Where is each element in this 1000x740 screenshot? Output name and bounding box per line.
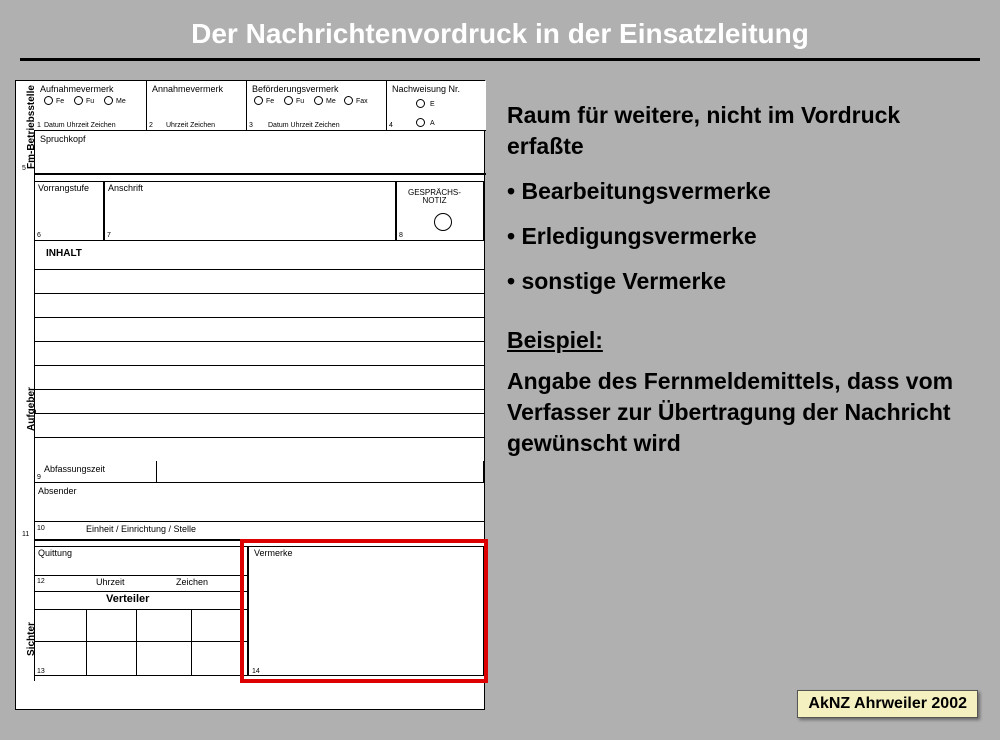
label-absender: Absender xyxy=(38,487,77,496)
slide: Der Nachrichtenvordruck in der Einsatzle… xyxy=(0,0,1000,740)
content-row: Fm-Betriebsstelle Aufgeber Sichter Aufna… xyxy=(15,80,985,710)
title-rule xyxy=(20,58,980,61)
gespraechsnotiz-circle xyxy=(434,213,452,231)
label-quittung: Quittung xyxy=(38,549,72,558)
label-inhalt: INHALT xyxy=(46,249,82,259)
hdr-nachweisung: Nachweisung Nr. xyxy=(392,85,460,94)
bullet-1: • Bearbeitungsvermerke xyxy=(507,176,975,207)
bullet-2: • Erledigungsvermerke xyxy=(507,221,975,252)
label-einheit: Einheit / Einrichtung / Stelle xyxy=(86,525,196,534)
label-spruchkopf: Spruchkopf xyxy=(40,135,86,144)
desc-intro: Raum für weitere, nicht im Vordruck erfa… xyxy=(507,100,975,162)
hdr-annahme: Annahmevermerk xyxy=(152,85,223,94)
example-label: Beispiel: xyxy=(507,325,975,356)
slide-title: Der Nachrichtenvordruck in der Einsatzle… xyxy=(0,0,1000,58)
hdr-aufnahme: Aufnahmevermerk xyxy=(40,85,114,94)
label-abfassungszeit: Abfassungszeit xyxy=(44,465,105,474)
side-label-aufgeber: Aufgeber xyxy=(26,387,37,431)
example-text: Angabe des Fernmeldemittels, dass vom Ve… xyxy=(507,366,975,459)
footer-badge: AkNZ Ahrweiler 2002 xyxy=(797,690,978,718)
label-vermerke: Vermerke xyxy=(254,549,293,558)
form-inner: Fm-Betriebsstelle Aufgeber Sichter Aufna… xyxy=(16,81,484,709)
label-vorrangstufe: Vorrangstufe xyxy=(38,184,89,193)
bullet-3: • sonstige Vermerke xyxy=(507,266,975,297)
label-anschrift: Anschrift xyxy=(108,184,143,193)
message-form: Fm-Betriebsstelle Aufgeber Sichter Aufna… xyxy=(15,80,485,710)
label-verteiler: Verteiler xyxy=(106,594,149,605)
description-column: Raum für weitere, nicht im Vordruck erfa… xyxy=(485,80,985,710)
hdr-befoerderung: Beförderungsvermerk xyxy=(252,85,339,94)
label-gespraechsnotiz: GESPRÄCHS- NOTIZ xyxy=(408,189,461,205)
